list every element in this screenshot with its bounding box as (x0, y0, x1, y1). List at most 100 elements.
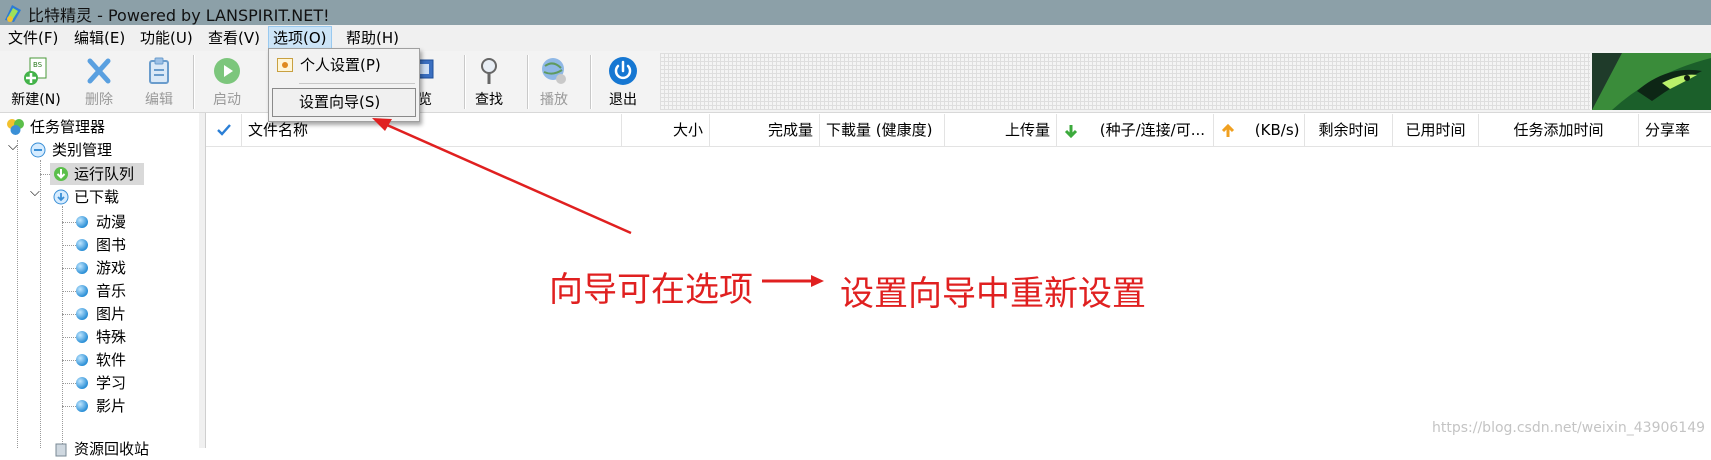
globe-play-icon (542, 58, 566, 84)
toolbar-grip-area (660, 53, 1590, 110)
category-dot-icon (76, 354, 88, 366)
menu-options[interactable]: 选项(O) (268, 26, 332, 50)
tree-line (62, 383, 76, 385)
tree-line (40, 174, 50, 176)
tree-category-study[interactable]: 学习 (96, 372, 126, 394)
app-icon (5, 5, 21, 22)
tree-line (62, 406, 76, 408)
category-dot-icon (76, 377, 88, 389)
new-button[interactable]: BS 新建(N) (7, 56, 65, 110)
menu-help[interactable]: 帮助(H) (342, 28, 403, 48)
sidebar-splitter[interactable] (199, 113, 206, 448)
annotation-right-text: 设置向导中重新设置 (840, 274, 1146, 314)
category-dot-icon (76, 308, 88, 320)
column-share-ratio[interactable]: 分享率 (1639, 114, 1711, 146)
window-title: 比特精灵 - Powered by LANSPIRIT.NET! (28, 6, 330, 25)
checkmark-icon (216, 124, 231, 136)
edit-button-label: 编辑 (145, 92, 173, 108)
exit-button[interactable]: 退出 (594, 56, 652, 110)
category-dot-icon (76, 400, 88, 412)
down-arrow-icon (1064, 124, 1078, 138)
menu-view[interactable]: 查看(V) (204, 28, 264, 48)
svg-text:BS: BS (33, 61, 43, 69)
tree-line (62, 314, 76, 316)
play-button-label: 播放 (540, 92, 568, 108)
tree-category-books[interactable]: 图书 (96, 234, 126, 256)
menu-function[interactable]: 功能(U) (136, 28, 197, 48)
category-dot-icon (76, 239, 88, 251)
column-completed[interactable]: 完成量 (710, 114, 820, 146)
column-seeds[interactable]: (种子/连接/可... (1057, 114, 1214, 146)
tree-category-pictures[interactable]: 图片 (96, 303, 126, 325)
category-dot-icon (76, 216, 88, 228)
find-button[interactable]: 查找 (460, 56, 518, 110)
delete-icon (87, 58, 111, 84)
menu-item-personal-settings-label: 个人设置(P) (300, 56, 381, 74)
tree-running-queue[interactable]: 运行队列 (74, 163, 134, 185)
task-manager-icon (7, 119, 24, 135)
play-icon (214, 58, 240, 84)
download-queue-icon (54, 167, 68, 181)
annotation-left-text: 向导可在选项 (549, 270, 753, 310)
tree-category-manager[interactable]: 类别管理 (52, 139, 112, 161)
tree-root-task-manager[interactable]: 任务管理器 (30, 116, 105, 138)
category-dot-icon (76, 331, 88, 343)
recycle-bin-icon (55, 443, 67, 457)
play-button[interactable]: 播放 (525, 56, 583, 110)
clipboard-icon (149, 57, 169, 84)
column-size[interactable]: 大小 (622, 114, 710, 146)
menu-separator (299, 83, 415, 84)
menu-edit[interactable]: 编辑(E) (70, 28, 129, 48)
power-icon (609, 57, 637, 85)
tree-line (62, 337, 76, 339)
tree-line (62, 268, 76, 270)
expand-chevron-icon[interactable]: ⌵ (8, 139, 18, 154)
tree-category-movies[interactable]: 影片 (96, 395, 126, 417)
column-check[interactable] (206, 114, 242, 146)
task-list-header: 文件名称 大小 完成量 下載量 (健康度) 上传量 (种子/连接/可... (K… (206, 114, 1711, 147)
menu-item-setup-wizard[interactable]: 设置向导(S) (272, 88, 416, 117)
tree-line (62, 360, 76, 362)
column-remaining-time[interactable]: 剩余时间 (1305, 114, 1393, 146)
delete-button[interactable]: 删除 (70, 56, 128, 110)
tree-category-software[interactable]: 软件 (96, 349, 126, 371)
tree-category-games[interactable]: 游戏 (96, 257, 126, 279)
column-added-time[interactable]: 任务添加时间 (1479, 114, 1639, 146)
find-button-label: 查找 (475, 92, 503, 108)
watermark: https://blog.csdn.net/weixin_43906149 (1432, 420, 1706, 436)
tree-downloaded[interactable]: 已下载 (74, 186, 119, 208)
menu-item-setup-wizard-label: 设置向导(S) (299, 93, 381, 111)
new-task-icon: BS (24, 57, 47, 85)
new-button-label: 新建(N) (11, 92, 61, 108)
column-uploaded[interactable]: 上传量 (945, 114, 1057, 146)
category-dot-icon (76, 285, 88, 297)
column-downloaded[interactable]: 下載量 (健康度) (820, 114, 945, 146)
settings-window-icon (277, 58, 293, 72)
downloaded-icon (53, 189, 69, 205)
tree-line (62, 206, 64, 448)
category-dot-icon (76, 262, 88, 274)
menu-item-personal-settings[interactable]: 个人设置(P) (271, 51, 417, 79)
magnifier-icon (481, 58, 497, 84)
exit-button-label: 退出 (609, 92, 637, 108)
edit-button[interactable]: 编辑 (130, 56, 188, 110)
column-elapsed-time[interactable]: 已用时间 (1393, 114, 1479, 146)
tree-line (17, 140, 19, 448)
column-speed[interactable]: (KB/s) (1214, 114, 1305, 146)
tree-line (62, 291, 76, 293)
tree-line (62, 222, 76, 224)
tree-recycle-bin[interactable]: 资源回收站 (74, 438, 149, 460)
start-button-label: 启动 (213, 92, 241, 108)
start-button[interactable]: 启动 (198, 56, 256, 110)
delete-button-label: 删除 (85, 92, 113, 108)
expand-chevron-icon[interactable]: ⌵ (30, 185, 40, 200)
menu-file[interactable]: 文件(F) (4, 28, 62, 48)
toolbar-separator (193, 55, 195, 109)
tree-category-special[interactable]: 特殊 (96, 326, 126, 348)
column-seeds-label: (种子/连接/可... (1099, 121, 1206, 139)
tree-line (62, 245, 76, 247)
tree-category-music[interactable]: 音乐 (96, 280, 126, 302)
tree-category-anime[interactable]: 动漫 (96, 211, 126, 233)
brand-logo (1592, 53, 1711, 110)
column-speed-label: (KB/s) (1254, 121, 1300, 139)
